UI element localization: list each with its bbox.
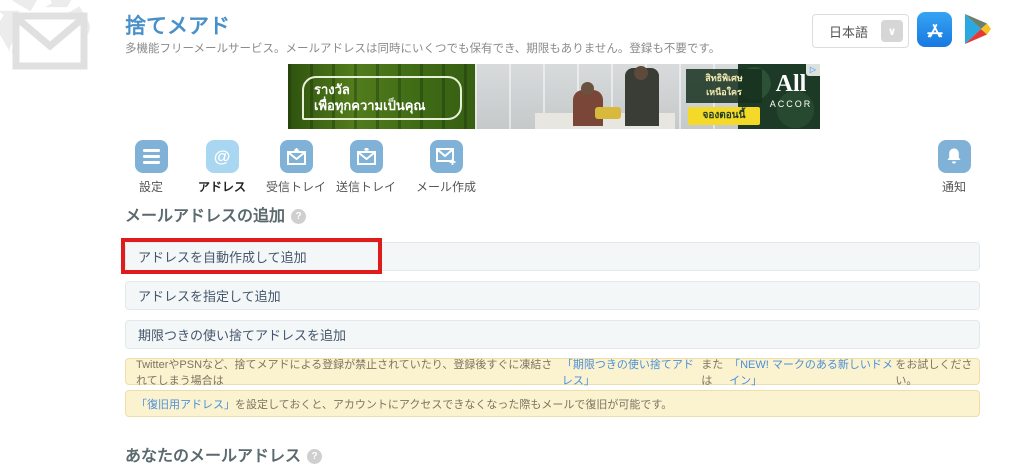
- at-icon: @: [205, 140, 239, 173]
- ad-left-line1: รางวัล: [314, 82, 350, 98]
- nav-label-notifications: 通知: [941, 180, 966, 194]
- menu-icon: [134, 140, 168, 173]
- section-heading-add: メールアドレスの追加?: [125, 202, 307, 226]
- notice1-post: をお試しください。: [895, 358, 973, 387]
- link-recovery-address[interactable]: 「復旧用アドレス」: [136, 396, 235, 412]
- inbox-icon: [279, 140, 313, 173]
- help-icon[interactable]: ?: [291, 209, 307, 224]
- ad-cta-button[interactable]: จองตอนนี้: [688, 107, 760, 125]
- add-specified-address-button[interactable]: アドレスを指定して追加: [125, 281, 980, 310]
- link-new-domain[interactable]: 「NEW! マークのある新しいドメイン」: [729, 356, 895, 388]
- notice1-mid: または: [701, 358, 724, 387]
- ad-banner[interactable]: รางวัล เพื่อทุกความเป็นคุณ สิทธิพิเศษ เห…: [288, 64, 820, 129]
- language-selected-label: 日本語: [829, 24, 869, 40]
- sent-icon: [349, 140, 383, 173]
- add-auto-address-button[interactable]: アドレスを自動作成して追加: [125, 242, 980, 271]
- nav-item-settings[interactable]: 設定: [116, 140, 186, 195]
- bell-icon: [937, 140, 971, 173]
- notice-recovery-address: 「復旧用アドレス」 を設定しておくと、アカウントにアクセスできなくなった際もメール…: [125, 390, 980, 417]
- ad-photo-person-standing: [625, 66, 659, 126]
- chevron-down-icon[interactable]: ∨: [881, 20, 903, 42]
- page: ♻ 捨てメアド 多機能フリーメールサービス。メールアドレスは同時にいくつでも保有…: [0, 0, 1024, 469]
- nav-item-address[interactable]: @ アドレス: [187, 140, 257, 195]
- help-icon[interactable]: ?: [307, 449, 323, 464]
- page-subtitle: 多機能フリーメールサービス。メールアドレスは同時にいくつでも保有でき、期限もあり…: [125, 43, 721, 55]
- ad-left-line2: เพื่อทุกความเป็นคุณ: [314, 98, 426, 113]
- ad-photo-food: [595, 107, 621, 119]
- google-play-button[interactable]: [958, 10, 996, 48]
- google-play-icon: [965, 14, 991, 44]
- ad-promo-text: สิทธิพิเศษ เหนือใคร: [686, 69, 762, 103]
- language-selector[interactable]: 日本語 ∨: [812, 14, 909, 48]
- ad-promo-line1: สิทธิพิเศษ: [705, 73, 743, 83]
- app-store-icon: [926, 23, 943, 37]
- at-glyph: @: [213, 146, 231, 166]
- nav-item-compose[interactable]: メール作成: [411, 140, 481, 195]
- notice-banned-services: TwitterやPSNなど、捨てメアドによる登録が禁止されていたり、登録後すぐに…: [125, 356, 980, 388]
- nav-label-settings: 設定: [138, 180, 163, 194]
- your-heading-text: あなたのメールアドレス: [125, 448, 302, 465]
- link-expiring-address[interactable]: 「期限つきの使い捨てアドレス」: [562, 356, 701, 388]
- ad-left-text: รางวัล เพื่อทุกความเป็นคุณ: [302, 76, 462, 120]
- add-expiring-address-button[interactable]: 期限つきの使い捨てアドレスを追加: [125, 320, 980, 349]
- nav-label-sent: 送信トレイ: [335, 180, 396, 194]
- page-title: 捨てメアド: [125, 15, 230, 38]
- ad-promo-line2: เหนือใคร: [706, 86, 742, 97]
- add-heading-text: メールアドレスの追加: [125, 208, 286, 225]
- notice1-pre: TwitterやPSNなど、捨てメアドによる登録が禁止されていたり、登録後すぐに…: [136, 358, 553, 387]
- envelope-logo-icon: [12, 12, 88, 70]
- ad-brand-logo: All ACCOR: [766, 72, 816, 109]
- site-logo: ♻: [0, 0, 136, 122]
- compose-icon: [429, 140, 463, 173]
- nav-item-inbox[interactable]: 受信トレイ: [261, 140, 331, 195]
- ad-brand-accor: ACCOR: [769, 99, 813, 109]
- section-heading-your-addresses: あなたのメールアドレス?: [125, 442, 323, 466]
- nav-item-notifications[interactable]: 通知: [919, 140, 989, 195]
- nav-label-compose: メール作成: [415, 180, 476, 194]
- notice2-text: を設定しておくと、アカウントにアクセスできなくなった際もメールで復旧が可能です。: [235, 398, 673, 411]
- nav-label-inbox: 受信トレイ: [265, 180, 326, 194]
- app-store-button[interactable]: [917, 12, 952, 47]
- nav-item-sent[interactable]: 送信トレイ: [331, 140, 401, 195]
- nav-label-address: アドレス: [197, 180, 246, 194]
- adchoices-icon[interactable]: ▷: [806, 64, 820, 76]
